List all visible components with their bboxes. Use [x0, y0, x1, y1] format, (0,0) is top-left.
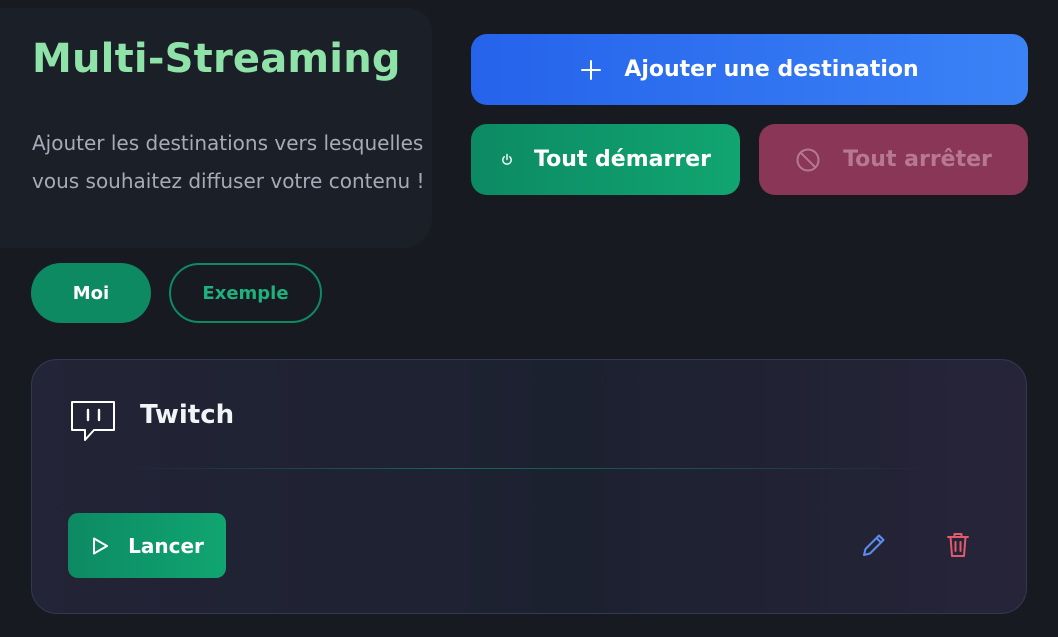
destination-card-twitch: Twitch Lancer [31, 359, 1027, 614]
plus-icon [581, 59, 602, 80]
stop-all-button[interactable]: Tout arrêter [759, 124, 1028, 195]
stop-all-label: Tout arrêter [843, 147, 992, 172]
edit-destination-button[interactable] [859, 530, 889, 560]
ban-icon [796, 148, 820, 171]
power-icon [502, 153, 512, 165]
destination-name: Twitch [140, 400, 235, 430]
profile-tab-moi[interactable]: Moi [31, 263, 151, 323]
card-divider [122, 468, 937, 469]
pencil-icon [863, 534, 885, 556]
add-destination-label: Ajouter une destination [624, 57, 919, 82]
profile-tab-label: Exemple [202, 282, 289, 304]
profile-tab-label: Moi [72, 282, 110, 304]
launch-label: Lancer [128, 533, 204, 558]
profile-tab-exemple[interactable]: Exemple [169, 263, 322, 323]
play-icon [93, 537, 109, 554]
add-destination-button[interactable]: Ajouter une destination [471, 34, 1028, 105]
launch-button[interactable]: Lancer [68, 513, 226, 578]
trash-icon [947, 533, 969, 557]
start-all-button[interactable]: Tout démarrer [471, 124, 740, 195]
page-subtitle: Ajouter les destinations vers lesquelles… [32, 131, 425, 193]
twitch-icon [71, 401, 115, 441]
start-all-label: Tout démarrer [534, 147, 711, 172]
delete-destination-button[interactable] [943, 530, 973, 560]
page-title: Multi-Streaming [32, 36, 401, 82]
